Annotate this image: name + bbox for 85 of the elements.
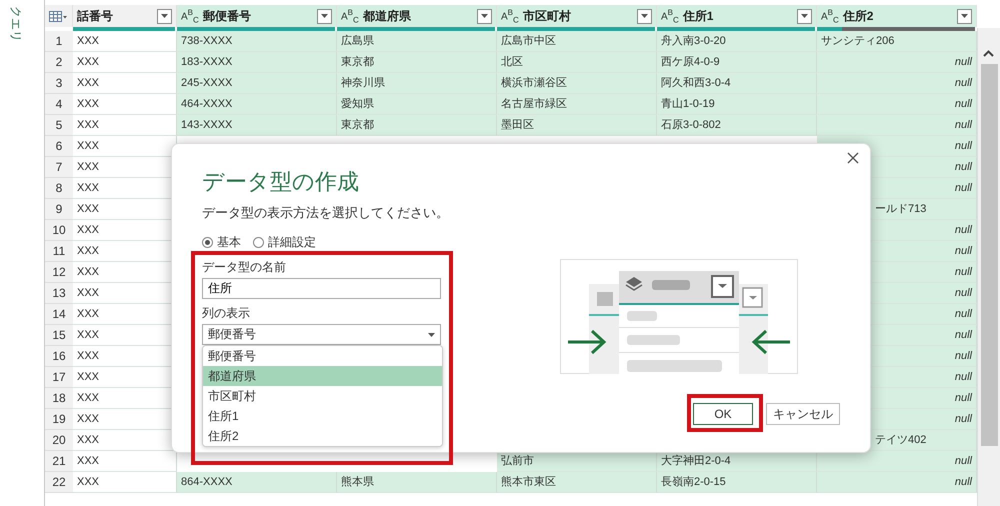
display-dropdown[interactable]: 郵便番号	[202, 324, 441, 345]
table-cell: 864-XXXX	[177, 472, 337, 493]
dropdown-option[interactable]: 郵便番号	[203, 346, 442, 366]
row-number: 13	[45, 283, 73, 304]
table-cell: 183-XXXX	[177, 52, 337, 73]
table-cell: XXX	[73, 136, 177, 157]
row-number: 10	[45, 220, 73, 241]
field-label: データ型の名前	[202, 259, 287, 275]
table-cell: 熊本市東区	[497, 472, 657, 493]
dialog-title: データ型の作成	[202, 169, 360, 195]
mode-radio[interactable]: 詳細設定	[253, 234, 316, 251]
table-cell: null	[817, 52, 977, 73]
table-cell: null	[817, 472, 977, 493]
mode-radio[interactable]: 基本	[202, 234, 241, 251]
table-cell: XXX	[73, 115, 177, 136]
table-cell: 245-XXXX	[177, 73, 337, 94]
table-cell: 阿久和西3-0-4	[657, 73, 817, 94]
table-cell: 愛知県	[337, 94, 497, 115]
row-number: 14	[45, 304, 73, 325]
dialog-subtitle: データ型の表示方法を選択してください。	[202, 204, 450, 222]
panel-title[interactable]: クエリ	[7, 6, 24, 42]
row-number: 18	[45, 388, 73, 409]
row-number: 5	[45, 115, 73, 136]
row-number: 19	[45, 409, 73, 430]
row-number: 12	[45, 262, 73, 283]
row-number: 1	[45, 31, 73, 52]
table-cell: 広島市中区	[497, 31, 657, 52]
table-cell: XXX	[73, 94, 177, 115]
column-header: 住所1	[682, 8, 714, 24]
table-cell: 長嶺南2-0-15	[657, 472, 817, 493]
row-number: 16	[45, 346, 73, 367]
dropdown-option[interactable]: 都道府県	[203, 366, 442, 386]
table-cell: 熊本県	[337, 472, 497, 493]
table-cell: XXX	[73, 451, 177, 472]
row-number: 7	[45, 157, 73, 178]
dropdown-option[interactable]: 住所1	[203, 406, 442, 426]
table-cell: 弘前市	[497, 451, 657, 472]
table-cell: null	[817, 115, 977, 136]
table-cell: 名古屋市緑区	[497, 94, 657, 115]
table-cell: 464-XXXX	[177, 94, 337, 115]
table-cell: 横浜市瀬谷区	[497, 73, 657, 94]
table-cell: XXX	[73, 472, 177, 493]
row-number: 3	[45, 73, 73, 94]
table-cell: 北区	[497, 52, 657, 73]
table-cell: 東京都	[337, 115, 497, 136]
row-number: 6	[45, 136, 73, 157]
row-number: 22	[45, 472, 73, 493]
name-field[interactable]: 住所	[202, 278, 441, 299]
row-number: 2	[45, 52, 73, 73]
table-cell: XXX	[73, 52, 177, 73]
table-cell: 西ケ原4-0-9	[657, 52, 817, 73]
column-header: 市区町村	[522, 8, 572, 24]
row-number: 9	[45, 199, 73, 220]
row-number: 11	[45, 241, 73, 262]
table-cell: 神奈川県	[337, 73, 497, 94]
field-label: 列の表示	[202, 305, 251, 321]
table-cell: null	[817, 73, 977, 94]
cancel-button[interactable]: キャンセル	[766, 403, 840, 425]
row-number: 21	[45, 451, 73, 472]
table-cell: 東京都	[337, 52, 497, 73]
column-header: 住所2	[842, 8, 874, 24]
table-cell: 738-XXXX	[177, 31, 337, 52]
table-cell: 青山1-0-19	[657, 94, 817, 115]
table-cell: 墨田区	[497, 115, 657, 136]
table-cell: null	[817, 451, 977, 472]
table-cell: サンシティ206	[817, 31, 977, 52]
table-cell: 広島県	[337, 31, 497, 52]
table-cell: 143-XXXX	[177, 115, 337, 136]
row-number: 15	[45, 325, 73, 346]
dropdown-option[interactable]: 住所2	[203, 426, 442, 446]
table-cell: XXX	[73, 73, 177, 94]
row-number: 4	[45, 94, 73, 115]
row-number: 17	[45, 367, 73, 388]
ok-button[interactable]: OK	[693, 403, 753, 425]
column-header: 都道府県	[362, 8, 412, 24]
row-number: 20	[45, 430, 73, 451]
table-cell: null	[817, 94, 977, 115]
column-header: 郵便番号	[202, 8, 252, 24]
dropdown-option[interactable]: 市区町村	[203, 386, 442, 406]
column-header: 話番号	[77, 8, 114, 24]
table-cell: 大字神田2-0-4	[657, 451, 817, 472]
table-cell: 石原3-0-802	[657, 115, 817, 136]
table-cell: 舟入南3-0-20	[657, 31, 817, 52]
table-cell: XXX	[73, 31, 177, 52]
row-number: 8	[45, 178, 73, 199]
